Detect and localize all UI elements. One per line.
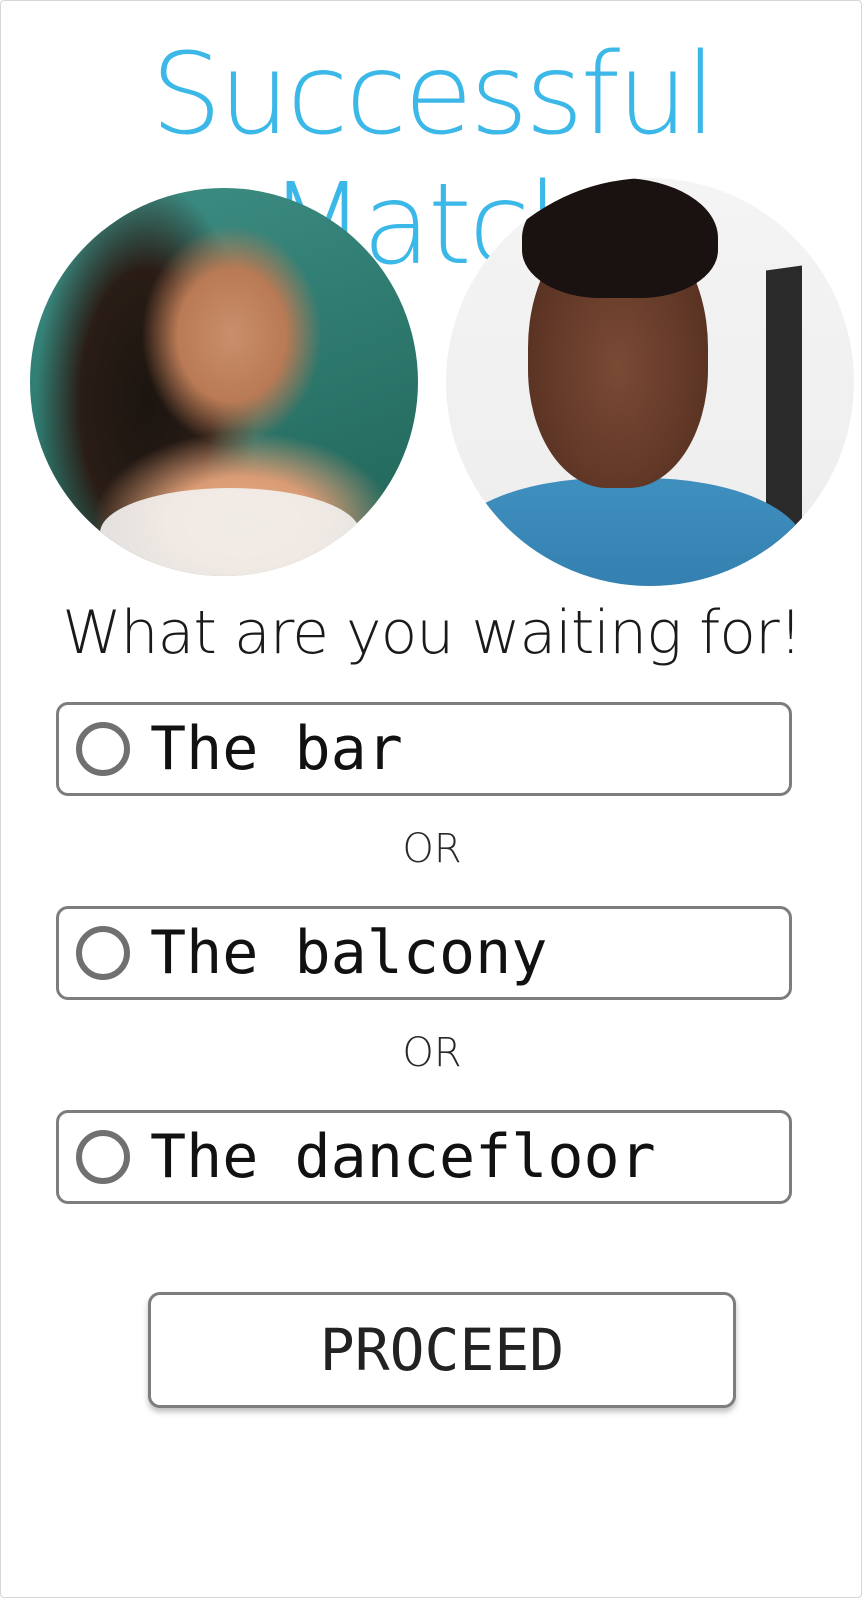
option-label: The balcony — [150, 918, 548, 988]
option-the-dancefloor[interactable]: The dancefloor — [56, 1110, 792, 1204]
radio-button-icon[interactable] — [76, 722, 130, 776]
photo-detail — [100, 488, 360, 576]
or-separator: OR — [402, 1030, 462, 1076]
radio-button-icon[interactable] — [76, 926, 130, 980]
radio-button-icon[interactable] — [76, 1130, 130, 1184]
option-label: The bar — [150, 714, 403, 784]
option-the-balcony[interactable]: The balcony — [56, 906, 792, 1000]
proceed-button[interactable]: PROCEED — [148, 1292, 736, 1408]
photo-detail — [522, 178, 718, 298]
option-label: The dancefloor — [150, 1122, 656, 1192]
photo-detail — [446, 478, 806, 586]
match-photo-left — [30, 188, 418, 576]
match-photo-right — [446, 178, 854, 586]
prompt-text: What are you waiting for! — [62, 598, 803, 668]
option-the-bar[interactable]: The bar — [56, 702, 792, 796]
or-separator: OR — [402, 826, 462, 872]
